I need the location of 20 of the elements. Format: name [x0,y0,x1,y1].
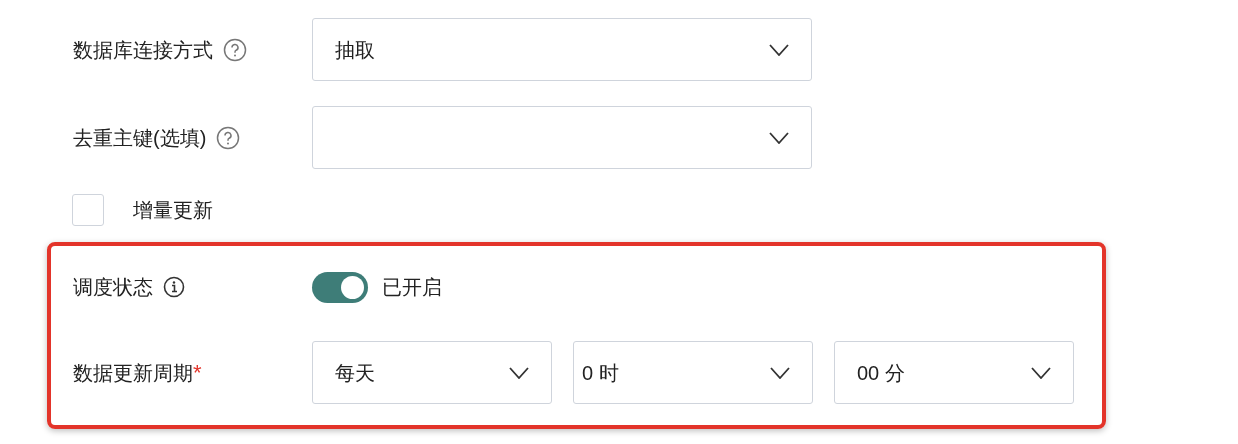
required-asterisk: * [193,359,202,387]
toggle-switch[interactable] [312,271,368,303]
field-label: 数据更新周期 [73,360,193,386]
dropdown-select[interactable] [312,106,812,169]
chevron-down-icon [1031,366,1051,379]
dropdown-select[interactable]: 每天 [312,341,552,404]
info-icon [163,276,185,298]
dropdown-select[interactable]: 抽取 [312,18,812,81]
field-label: 去重主键(选填) [73,125,207,151]
dropdown-select[interactable]: 00 分 [834,341,1074,404]
field-label: 增量更新 [133,198,213,223]
status-text: 已开启 [382,275,442,300]
checkbox[interactable] [72,194,104,226]
chevron-down-icon [770,366,790,379]
field-label: 数据库连接方式 [73,37,213,63]
dropdown-select[interactable]: 0 时 [573,341,813,404]
chevron-down-icon [769,43,789,56]
chevron-down-icon [769,131,789,144]
chevron-down-icon [509,366,529,379]
field-label: 调度状态 [73,275,153,300]
